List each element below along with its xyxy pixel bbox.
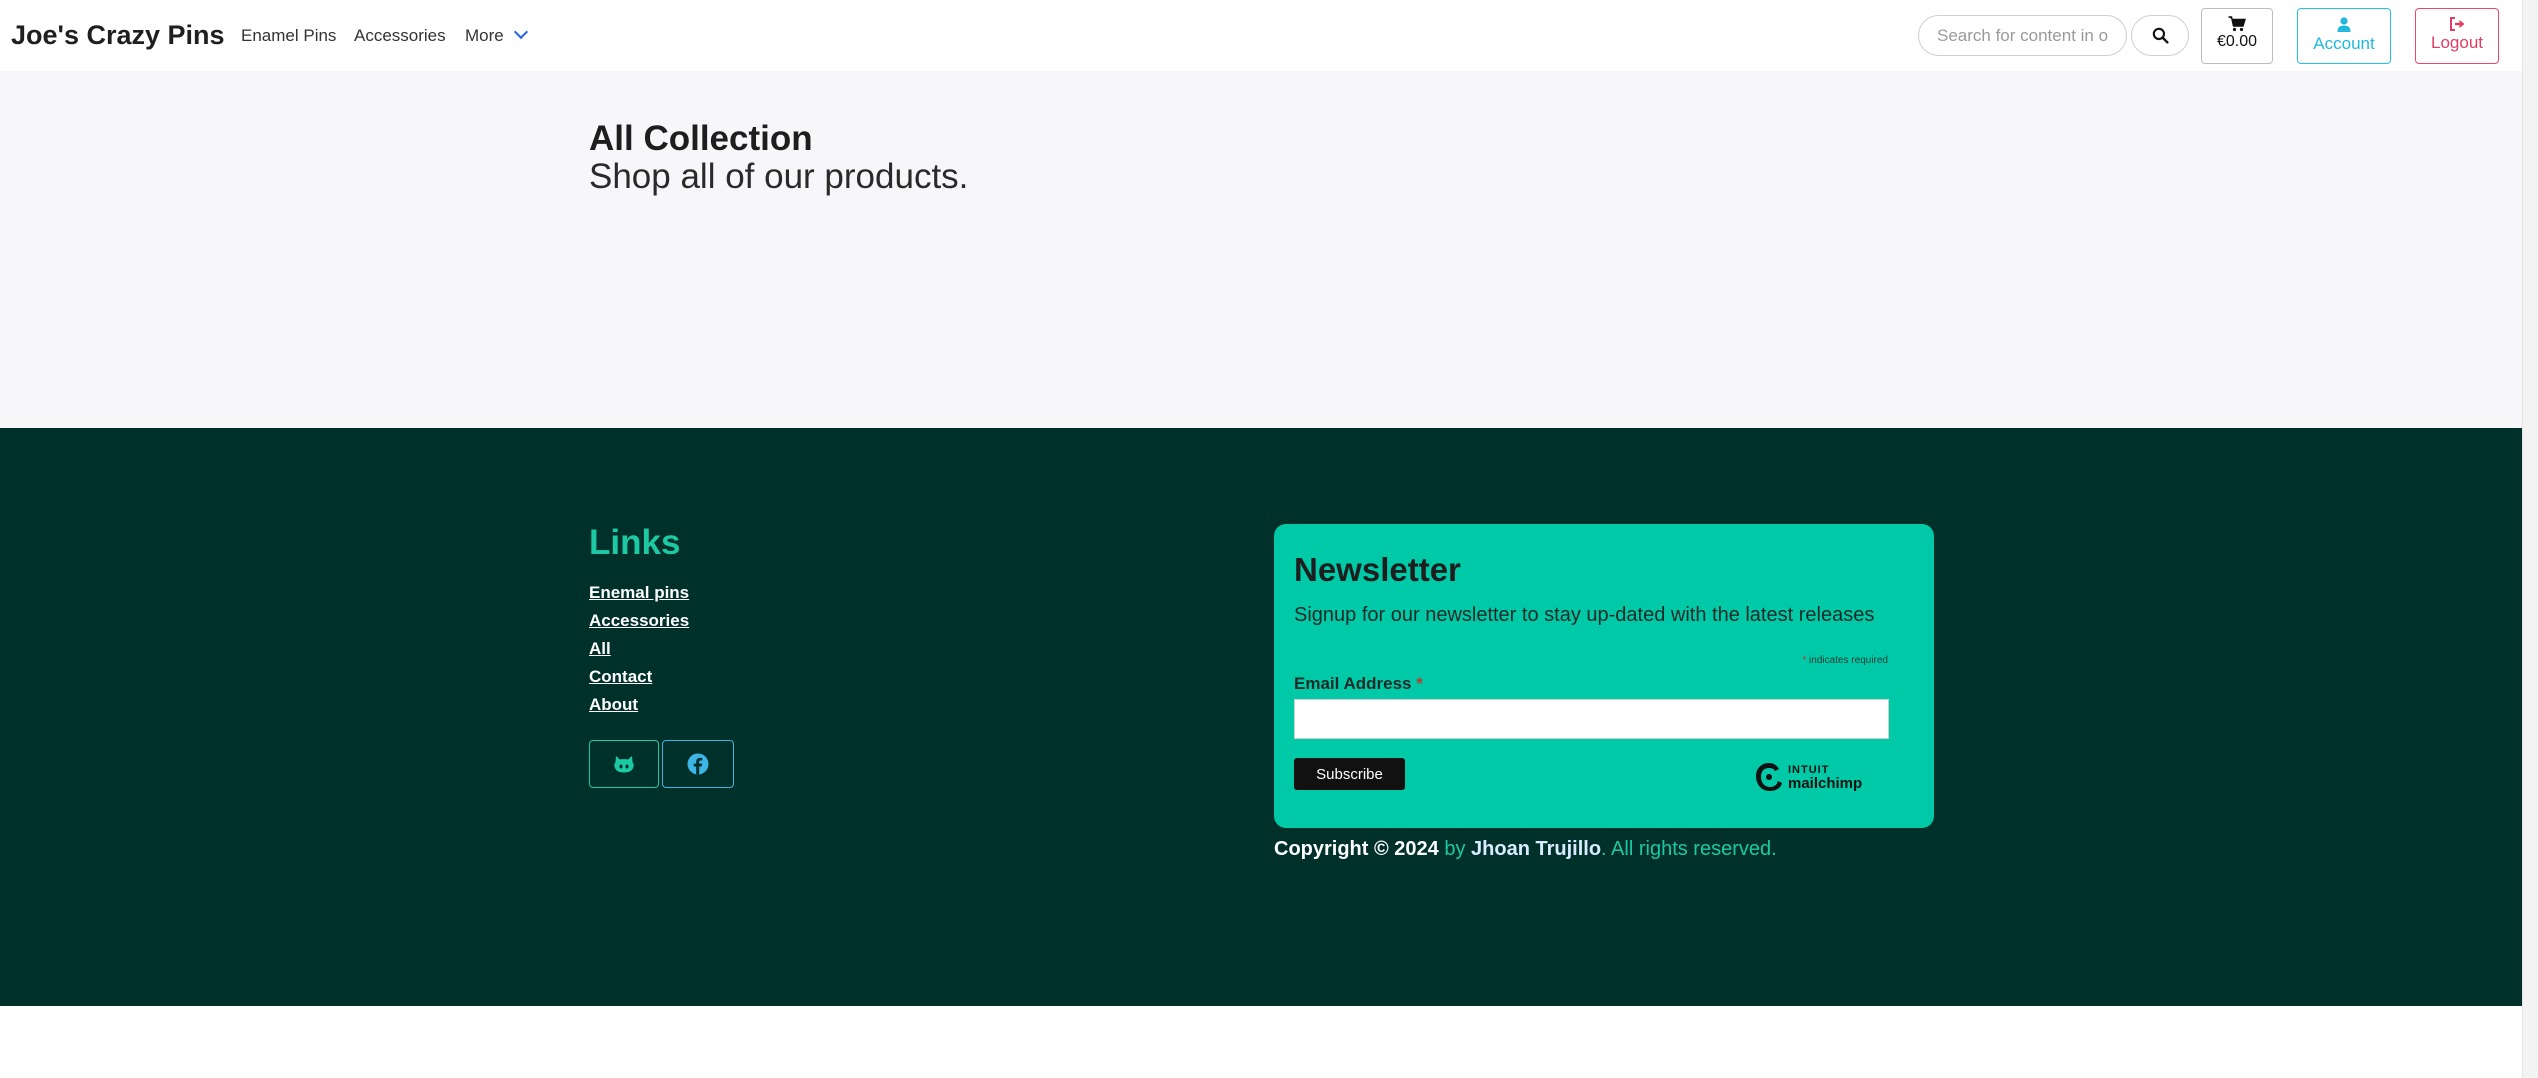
search-icon (2152, 27, 2169, 44)
mailchimp-badge[interactable]: INTUIT mailchimp (1754, 761, 1862, 793)
newsletter-description: Signup for our newsletter to stay up-dat… (1294, 604, 1875, 626)
newsletter-title: Newsletter (1294, 551, 1461, 588)
footer-link-accessories[interactable]: Accessories (589, 611, 689, 631)
search-input[interactable] (1918, 15, 2127, 56)
top-navbar: Joe's Crazy Pins Enamel Pins Accessories… (0, 0, 2522, 71)
logout-label: Logout (2431, 33, 2483, 52)
account-button[interactable]: Account (2297, 8, 2391, 64)
footer-link-contact[interactable]: Contact (589, 667, 652, 687)
account-label: Account (2313, 34, 2375, 53)
logout-button[interactable]: Logout (2415, 8, 2499, 64)
nav-more-label: More (465, 26, 504, 45)
logout-icon (2449, 17, 2464, 31)
newsletter-card: Newsletter Signup for our newsletter to … (1274, 524, 1934, 828)
footer-link-all[interactable]: All (589, 639, 611, 659)
required-note-text: indicates required (1806, 655, 1888, 666)
email-required-asterisk: * (1416, 674, 1423, 693)
page-scrollbar[interactable] (2522, 0, 2538, 1078)
badge-mailchimp-text: mailchimp (1788, 775, 1863, 792)
copyright-by: by (1438, 838, 1472, 860)
copyright-text: Copyright © 2024 by Jhoan Trujillo. All … (1274, 838, 1777, 861)
cart-icon (2228, 16, 2246, 32)
main-content: All Collection Shop all of our products. (0, 71, 2522, 428)
nav-link-accessories[interactable]: Accessories (354, 26, 446, 46)
footer-link-enamel-pins[interactable]: Enemal pins (589, 583, 689, 603)
brand-logo[interactable]: Joe's Crazy Pins (11, 20, 225, 51)
facebook-icon (687, 753, 709, 775)
site-footer: Links Enemal pins Accessories All Contac… (0, 428, 2522, 1006)
cart-total: €0.00 (2216, 33, 2258, 50)
mailchimp-icon (1756, 763, 1782, 791)
search-button[interactable] (2131, 15, 2189, 56)
copyright-rights: . All rights reserved. (1601, 838, 1777, 860)
page-subtitle: Shop all of our products. (589, 157, 969, 196)
github-button[interactable] (589, 740, 659, 788)
cart-button[interactable]: €0.00 (2201, 8, 2273, 64)
email-label-text: Email Address (1294, 674, 1412, 693)
github-icon (614, 756, 634, 773)
facebook-button[interactable] (662, 740, 734, 788)
page-title: All Collection (589, 119, 813, 158)
required-note: * indicates required (1802, 655, 1888, 666)
nav-link-enamel-pins[interactable]: Enamel Pins (241, 26, 336, 46)
subscribe-button[interactable]: Subscribe (1294, 758, 1405, 790)
user-icon (2337, 17, 2351, 32)
email-label: Email Address * (1294, 674, 1423, 694)
copyright-author-link[interactable]: Jhoan Trujillo (1471, 838, 1601, 860)
footer-links-title: Links (589, 523, 681, 562)
chevron-down-icon (513, 24, 528, 40)
footer-link-about[interactable]: About (589, 695, 638, 715)
email-field[interactable] (1294, 699, 1889, 739)
copyright-year: Copyright © 2024 (1274, 838, 1439, 860)
nav-more-dropdown[interactable]: More (465, 24, 528, 46)
